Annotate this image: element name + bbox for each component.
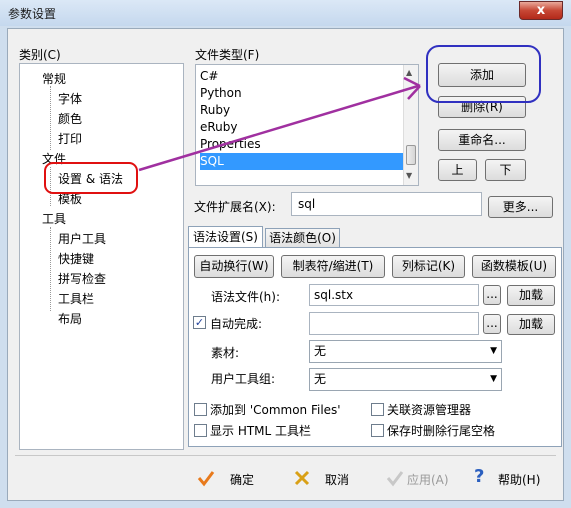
- material-value: 无: [314, 344, 327, 358]
- help-button[interactable]: ? 帮助(H): [472, 466, 552, 492]
- move-down-button[interactable]: 下: [485, 159, 526, 181]
- title-bar: [0, 0, 571, 26]
- chevron-down-icon[interactable]: ▼: [490, 341, 497, 362]
- help-icon: ?: [474, 466, 485, 487]
- delete-button[interactable]: 删除(R): [438, 96, 526, 118]
- tree-item-user-tools[interactable]: 用户工具: [58, 230, 106, 247]
- footer-divider: [15, 455, 556, 456]
- move-up-button[interactable]: 上: [438, 159, 477, 181]
- html-toolbar-checkbox[interactable]: [194, 424, 207, 437]
- common-files-checkbox[interactable]: [194, 403, 207, 416]
- tree-item-shortcuts[interactable]: 快捷键: [58, 250, 94, 267]
- user-tools-value: 无: [314, 372, 327, 386]
- autocomplete-load-button[interactable]: 加载: [507, 314, 555, 335]
- tree-item-template[interactable]: 模板: [58, 190, 82, 207]
- tree-item-file[interactable]: 文件: [42, 150, 66, 167]
- filetype-item[interactable]: Properties: [200, 136, 405, 153]
- filetype-item[interactable]: C#: [200, 68, 405, 85]
- tree-item-print[interactable]: 打印: [58, 130, 82, 147]
- autocomplete-browse-button[interactable]: ...: [483, 314, 501, 334]
- filetype-list[interactable]: C# Python Ruby eRuby Properties SQL ▲ ▼: [195, 64, 419, 186]
- close-button[interactable]: x: [519, 1, 563, 20]
- apply-label: 应用(A): [407, 473, 449, 487]
- tab-syntax-colors[interactable]: 语法颜色(O): [265, 228, 340, 248]
- scroll-up-icon[interactable]: ▲: [406, 68, 412, 77]
- syntax-file-label: 语法文件(h):: [211, 290, 281, 304]
- tree-item-toolbar[interactable]: 工具栏: [58, 290, 94, 307]
- filetype-label: 文件类型(F): [195, 48, 260, 62]
- word-wrap-button[interactable]: 自动换行(W): [194, 255, 274, 278]
- user-tools-label: 用户工具组:: [211, 372, 276, 386]
- window-title: 参数设置: [8, 7, 57, 21]
- syntax-file-input[interactable]: sql.stx: [309, 284, 479, 306]
- scroll-thumb[interactable]: [406, 145, 416, 165]
- filetype-item[interactable]: Ruby: [200, 102, 405, 119]
- add-button[interactable]: 添加: [438, 63, 526, 87]
- more-button[interactable]: 更多...: [488, 196, 553, 218]
- tab-indent-button[interactable]: 制表符/缩进(T): [281, 255, 385, 278]
- tree-item-settings-syntax[interactable]: 设置 & 语法: [58, 170, 123, 187]
- material-label: 素材:: [211, 346, 240, 360]
- filetype-item[interactable]: eRuby: [200, 119, 405, 136]
- trim-spaces-checkbox[interactable]: [371, 424, 384, 437]
- trim-spaces-label: 保存时删除行尾空格: [387, 424, 496, 438]
- filetype-item-selected[interactable]: SQL: [200, 153, 405, 170]
- rename-button[interactable]: 重命名...: [438, 129, 526, 151]
- cross-icon: [294, 470, 310, 486]
- syntax-load-button[interactable]: 加载: [507, 285, 555, 306]
- ok-button[interactable]: 确定: [196, 466, 276, 492]
- filetype-scrollbar[interactable]: ▲ ▼: [403, 65, 418, 185]
- common-files-label: 添加到 'Common Files': [210, 403, 341, 417]
- user-tools-select[interactable]: 无 ▼: [309, 368, 502, 391]
- tree-item-tools[interactable]: 工具: [42, 210, 66, 227]
- column-marker-button[interactable]: 列标记(K): [392, 255, 465, 278]
- tab-syntax-settings[interactable]: 语法设置(S): [188, 226, 263, 248]
- tree-item-color[interactable]: 颜色: [58, 110, 82, 127]
- html-toolbar-label: 显示 HTML 工具栏: [210, 424, 312, 438]
- checkmark-icon: [197, 471, 215, 487]
- tree-connector: [50, 86, 51, 150]
- checkmark-icon: [386, 471, 404, 487]
- scroll-down-icon[interactable]: ▼: [406, 171, 412, 180]
- function-template-button[interactable]: 函数模板(U): [472, 255, 556, 278]
- category-label: 类别(C): [19, 48, 61, 62]
- tree-item-general[interactable]: 常规: [42, 70, 66, 87]
- help-label: 帮助(H): [498, 473, 541, 487]
- tree-item-layout[interactable]: 布局: [58, 310, 82, 327]
- ok-label: 确定: [230, 473, 255, 487]
- extension-input[interactable]: sql: [291, 192, 482, 216]
- material-select[interactable]: 无 ▼: [309, 340, 502, 363]
- autocomplete-label: 自动完成:: [210, 317, 263, 331]
- tree-connector: [50, 227, 51, 311]
- autocomplete-checkbox[interactable]: ✓: [193, 316, 206, 329]
- tree-connector: [50, 167, 51, 206]
- tree-item-font[interactable]: 字体: [58, 90, 82, 107]
- cancel-label: 取消: [325, 473, 350, 487]
- apply-button[interactable]: 应用(A): [385, 466, 465, 492]
- syntax-browse-button[interactable]: ...: [483, 285, 501, 305]
- chevron-down-icon[interactable]: ▼: [490, 369, 497, 390]
- category-tree[interactable]: 常规 字体 颜色 打印 文件 设置 & 语法 模板 工具 用户工具 快捷键 拼写…: [19, 63, 184, 450]
- explorer-label: 关联资源管理器: [387, 403, 472, 417]
- explorer-checkbox[interactable]: [371, 403, 384, 416]
- tree-item-spellcheck[interactable]: 拼写检查: [58, 270, 106, 287]
- extension-label: 文件扩展名(X):: [194, 200, 276, 214]
- autocomplete-input[interactable]: [309, 312, 479, 335]
- cancel-button[interactable]: 取消: [292, 466, 372, 492]
- filetype-item[interactable]: Python: [200, 85, 405, 102]
